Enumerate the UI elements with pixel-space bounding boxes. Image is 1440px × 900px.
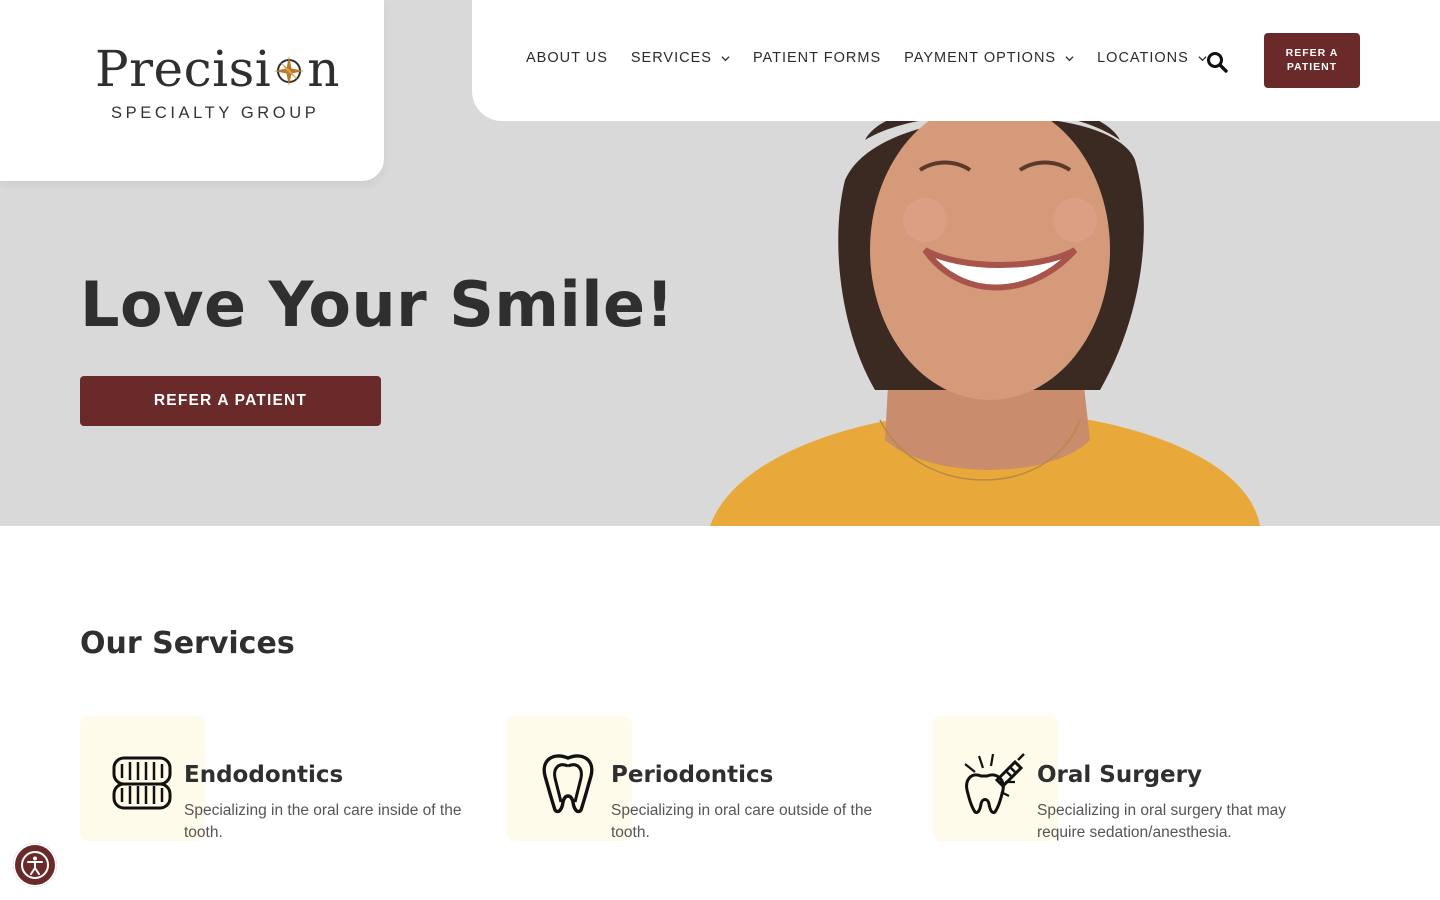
nav-item-label: PAYMENT OPTIONS: [904, 50, 1057, 66]
accessibility-icon: [21, 851, 49, 879]
logo-tagline: SPECIALTY GROUP: [111, 104, 320, 122]
nav-item-label: ABOUT US: [526, 50, 608, 66]
nav-item-services[interactable]: SERVICES: [631, 50, 730, 66]
hero-section: Precisi n SPECIALTY GROUP ABOUT US SERVI…: [0, 0, 1440, 526]
compass-star-icon: [274, 56, 305, 86]
service-description: Specializing in oral surgery that may re…: [1037, 802, 1286, 841]
header-nav-card: ABOUT US SERVICES PATIENT FORMS PAYMENT …: [472, 0, 1440, 121]
logo-wordmark-start: Precisi: [95, 40, 272, 98]
nav-item-label: PATIENT FORMS: [752, 50, 882, 66]
nav-item-locations[interactable]: LOCATIONS: [1097, 50, 1207, 66]
chevron-down-icon: [721, 55, 730, 61]
nav-item-payment-options[interactable]: PAYMENT OPTIONS: [904, 50, 1074, 66]
refer-patient-header-button[interactable]: REFER A PATIENT: [1264, 33, 1360, 88]
nav-item-label: SERVICES: [630, 50, 712, 66]
accessibility-button[interactable]: [13, 843, 57, 887]
main-nav: ABOUT US SERVICES PATIENT FORMS PAYMENT …: [526, 50, 1230, 66]
logo-card[interactable]: Precisi n SPECIALTY GROUP: [0, 0, 384, 181]
nav-item-label: LOCATIONS: [1097, 50, 1189, 66]
service-card-endodontics[interactable]: Endodontics Specializing in the oral car…: [80, 716, 500, 846]
nav-item-patient-forms[interactable]: PATIENT FORMS: [753, 50, 881, 66]
hero-photo: [710, 100, 1260, 526]
nav-item-about-us[interactable]: ABOUT US: [526, 50, 608, 66]
service-name: Oral Surgery: [1037, 762, 1202, 788]
dentures-icon: [112, 756, 172, 810]
logo[interactable]: Precisi n: [95, 44, 340, 94]
tooth-syringe-icon: [964, 753, 1025, 814]
search-icon[interactable]: [1206, 51, 1228, 73]
service-card-periodontics[interactable]: Periodontics Specializing in oral care o…: [507, 716, 927, 846]
service-name: Periodontics: [611, 762, 774, 788]
service-description: Specializing in the oral care inside of …: [184, 802, 462, 841]
hero-title: Love Your Smile!: [80, 268, 675, 341]
service-name: Endodontics: [184, 762, 344, 788]
services-title: Our Services: [80, 626, 295, 661]
chevron-down-icon: [1065, 55, 1074, 61]
tooth-root-icon: [542, 754, 594, 814]
logo-wordmark-end: n: [307, 40, 340, 98]
service-description: Specializing in oral care outside of the…: [611, 802, 873, 841]
refer-patient-hero-button[interactable]: REFER A PATIENT: [80, 376, 381, 426]
service-card-oral-surgery[interactable]: Oral Surgery Specializing in oral surger…: [933, 716, 1353, 846]
